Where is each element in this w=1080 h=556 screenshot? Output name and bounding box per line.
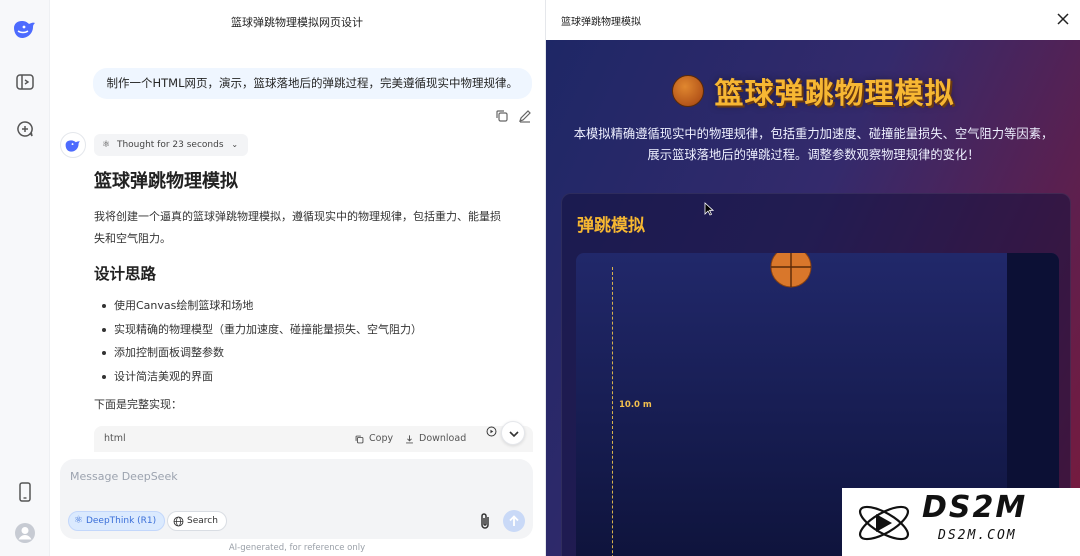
message-input[interactable]: Message DeepSeek [70, 470, 178, 483]
new-chat-icon[interactable] [14, 118, 36, 140]
disclaimer: AI-generated, for reference only [228, 543, 366, 553]
code-language: html [104, 433, 126, 444]
preview-page-title: 篮球弹跳物理模拟 [546, 70, 1080, 112]
assistant-answer: 篮球弹跳物理模拟 我将创建一个逼真的篮球弹跳物理模拟，遵循现实中的物理规律，包括… [94, 170, 534, 416]
send-arrow-icon [509, 515, 519, 526]
height-marker: 10.0 m [619, 400, 652, 410]
app-window: 篮球弹跳物理模拟网页设计 制作一个HTML网页，演示，篮球落地后的弹跳过程，完美… [0, 0, 1080, 556]
chat-title: 篮球弹跳物理模拟网页设计 [231, 16, 363, 29]
thought-toggle[interactable]: ⚛ Thought for 23 seconds ⌄ [94, 134, 249, 156]
atom-icon: ⚛ [102, 140, 111, 150]
watermark-url: DS2M.COM [938, 528, 1017, 543]
copy-icon[interactable] [494, 108, 510, 124]
code-block-header: html Copy Download [94, 426, 533, 452]
user-avatar-icon[interactable] [14, 522, 36, 544]
copy-button[interactable]: Copy [354, 426, 393, 452]
preview-description: 本模拟精确遵循现实中的物理规律，包括重力加速度、碰撞能量损失、空气阻力等因素，展… [573, 127, 1054, 162]
list-item: 设计简洁美观的界面 [94, 365, 534, 389]
answer-intro: 我将创建一个逼真的篮球弹跳物理模拟，遵循现实中的物理规律，包括重力、能量损失和空… [94, 210, 501, 245]
globe-icon [173, 516, 184, 526]
copy-label: Copy [369, 433, 394, 444]
mouse-cursor-icon [704, 202, 714, 216]
user-message: 制作一个HTML网页，演示，篮球落地后的弹跳过程，完美遵循现实中物理规律。 [92, 68, 532, 99]
thought-label: Thought for 23 seconds [116, 140, 224, 150]
atom-icon: ⚛ [74, 515, 83, 526]
watermark: DS2M DS2M.COM [842, 488, 1080, 556]
preview-title-text: 篮球弹跳物理模拟 [714, 76, 955, 110]
message-composer[interactable]: Message DeepSeek ⚛ DeepThink (R1) Search [60, 459, 533, 539]
list-item: 使用Canvas绘制篮球和场地 [94, 294, 534, 318]
search-toggle[interactable]: Search [167, 511, 227, 531]
chevron-down-icon [509, 431, 519, 438]
design-list: 使用Canvas绘制篮球和场地 实现精确的物理模型（重力加速度、碰撞能量损失、空… [94, 294, 534, 388]
deepseek-whale-icon [60, 132, 86, 158]
download-button[interactable]: Download [404, 426, 466, 452]
height-ruler [612, 267, 613, 556]
answer-heading: 篮球弹跳物理模拟 [94, 171, 238, 192]
chat-pane: 篮球弹跳物理模拟网页设计 制作一个HTML网页，演示，篮球落地后的弹跳过程，完美… [50, 0, 544, 556]
watermark-text: DS2M [922, 490, 1028, 525]
run-button[interactable] [486, 426, 497, 437]
scroll-down-button[interactable] [501, 421, 525, 445]
download-icon [406, 434, 413, 443]
preview-content: 篮球弹跳物理模拟 本模拟精确遵循现实中的物理规律，包括重力加速度、碰撞能量损失、… [546, 40, 1080, 556]
design-heading: 设计思路 [94, 265, 157, 283]
preview-header: 篮球弹跳物理模拟 [546, 0, 1080, 40]
send-button[interactable] [503, 510, 525, 532]
panel-title: 弹跳模拟 [577, 216, 645, 236]
html-preview-pane: 篮球弹跳物理模拟 篮球弹跳物理模拟 本模拟精确遵循现实中的物理规律，包括重力加速… [545, 0, 1080, 556]
answer-outro: 下面是完整实现： [94, 398, 182, 411]
list-item: 添加控制面板调整参数 [94, 341, 534, 365]
deepthink-toggle[interactable]: ⚛ DeepThink (R1) [68, 511, 166, 531]
search-label: Search [187, 516, 218, 526]
edit-icon[interactable] [517, 108, 533, 124]
left-rail [0, 0, 50, 556]
basketball-icon [672, 75, 705, 107]
run-icon [486, 426, 497, 437]
copy-icon [355, 435, 364, 443]
close-icon[interactable] [1056, 12, 1070, 26]
deepthink-label: DeepThink (R1) [85, 516, 157, 526]
preview-header-title: 篮球弹跳物理模拟 [561, 17, 641, 28]
deepseek-whale-icon[interactable] [11, 16, 39, 42]
list-item: 实现精确的物理模型（重力加速度、碰撞能量损失、空气阻力） [94, 318, 534, 342]
basketball-icon[interactable] [769, 253, 813, 289]
download-label: Download [419, 433, 467, 444]
chevron-down-icon: ⌄ [231, 140, 239, 149]
paperclip-icon[interactable] [476, 511, 494, 531]
sidebar-toggle-icon[interactable] [14, 71, 36, 93]
atom-logo-icon [858, 505, 910, 541]
phone-icon[interactable] [14, 481, 36, 503]
